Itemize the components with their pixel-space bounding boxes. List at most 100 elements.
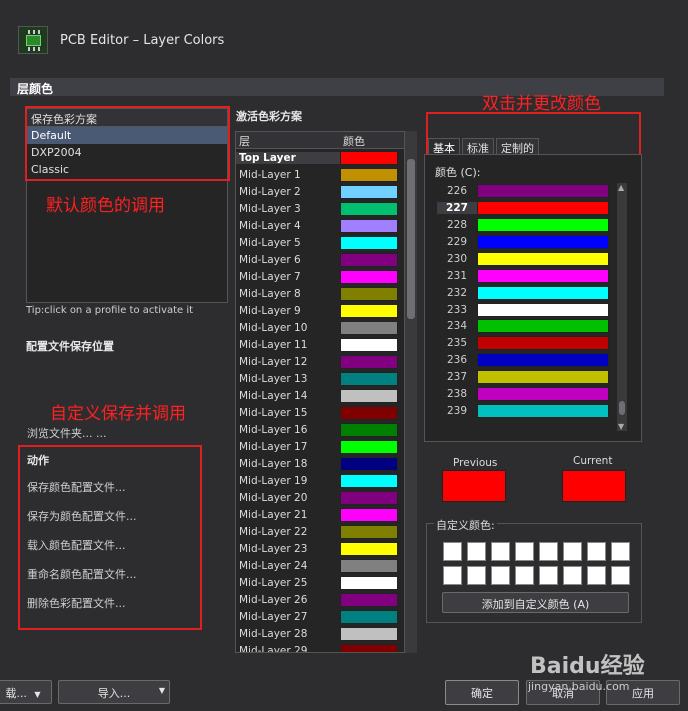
layer-table-scroll-thumb[interactable]: [407, 159, 415, 319]
palette-scroll-thumb[interactable]: [619, 401, 625, 415]
scroll-up-arrow-icon[interactable]: ▲: [618, 183, 624, 192]
layer-row[interactable]: Mid-Layer 14: [236, 387, 404, 404]
palette-color-swatch[interactable]: [477, 285, 609, 300]
layer-color-swatch[interactable]: [340, 626, 398, 641]
palette-color-swatch[interactable]: [477, 268, 609, 283]
layer-row[interactable]: Mid-Layer 24: [236, 557, 404, 574]
layer-row[interactable]: Mid-Layer 17: [236, 438, 404, 455]
layer-color-swatch[interactable]: [340, 388, 398, 403]
import-button[interactable]: 导入... ▼: [58, 680, 170, 704]
layer-color-swatch[interactable]: [340, 303, 398, 318]
palette-row[interactable]: 233: [437, 301, 613, 318]
palette-row[interactable]: 231: [437, 268, 613, 285]
layer-color-swatch[interactable]: [340, 184, 398, 199]
save-color-profile-link[interactable]: 保存颜色配置文件...: [27, 479, 126, 495]
layer-color-swatch[interactable]: [340, 337, 398, 352]
palette-row[interactable]: 238: [437, 386, 613, 403]
layer-row[interactable]: Mid-Layer 1: [236, 166, 404, 183]
palette-row[interactable]: 236: [437, 352, 613, 369]
palette-row[interactable]: 239: [437, 403, 613, 420]
custom-color-cell[interactable]: [611, 566, 630, 585]
layer-row[interactable]: Mid-Layer 16: [236, 421, 404, 438]
palette-row[interactable]: 227: [437, 200, 613, 217]
palette-color-swatch[interactable]: [477, 201, 609, 216]
layer-row[interactable]: Mid-Layer 9: [236, 302, 404, 319]
layer-row[interactable]: Mid-Layer 18: [236, 455, 404, 472]
layer-color-swatch[interactable]: [340, 507, 398, 522]
palette-color-swatch[interactable]: [477, 403, 609, 418]
layer-color-swatch[interactable]: [340, 150, 398, 165]
layer-row[interactable]: Mid-Layer 23: [236, 540, 404, 557]
layer-row[interactable]: Mid-Layer 2: [236, 183, 404, 200]
custom-color-cell[interactable]: [515, 542, 534, 561]
layer-row[interactable]: Mid-Layer 15: [236, 404, 404, 421]
layer-color-swatch[interactable]: [340, 422, 398, 437]
layer-row[interactable]: Mid-Layer 10: [236, 319, 404, 336]
layer-row[interactable]: Mid-Layer 19: [236, 472, 404, 489]
custom-color-cell[interactable]: [443, 566, 462, 585]
palette-row[interactable]: 237: [437, 369, 613, 386]
palette-color-swatch[interactable]: [477, 387, 609, 402]
layer-color-swatch[interactable]: [340, 592, 398, 607]
layer-row[interactable]: Mid-Layer 3: [236, 200, 404, 217]
layer-color-swatch[interactable]: [340, 575, 398, 590]
layer-color-swatch[interactable]: [340, 286, 398, 301]
palette-row[interactable]: 235: [437, 335, 613, 352]
layer-color-swatch[interactable]: [340, 609, 398, 624]
rename-color-profile-link[interactable]: 重命名颜色配置文件...: [27, 566, 137, 582]
custom-color-cell[interactable]: [539, 542, 558, 561]
add-to-custom-colors-button[interactable]: 添加到自定义颜色 (A): [442, 592, 629, 613]
custom-color-cell[interactable]: [491, 542, 510, 561]
layer-row[interactable]: Mid-Layer 25: [236, 574, 404, 591]
custom-color-cell[interactable]: [491, 566, 510, 585]
layer-color-swatch[interactable]: [340, 371, 398, 386]
palette-row[interactable]: 228: [437, 217, 613, 234]
layer-table-scrollbar[interactable]: [405, 131, 417, 653]
layer-color-swatch[interactable]: [340, 490, 398, 505]
palette-color-swatch[interactable]: [477, 302, 609, 317]
custom-color-cell[interactable]: [563, 566, 582, 585]
load-color-profile-link[interactable]: 载入颜色配置文件...: [27, 537, 126, 553]
palette-row[interactable]: 226: [437, 183, 613, 200]
custom-color-cell[interactable]: [587, 542, 606, 561]
layer-color-swatch[interactable]: [340, 252, 398, 267]
custom-color-cell[interactable]: [467, 566, 486, 585]
layer-row[interactable]: Mid-Layer 11: [236, 336, 404, 353]
tab-custom[interactable]: 定制的: [496, 138, 539, 155]
layer-row[interactable]: Mid-Layer 5: [236, 234, 404, 251]
layer-color-swatch[interactable]: [340, 218, 398, 233]
palette-color-swatch[interactable]: [477, 370, 609, 385]
palette-row[interactable]: 229: [437, 234, 613, 251]
layer-color-swatch[interactable]: [340, 405, 398, 420]
layer-color-swatch[interactable]: [340, 558, 398, 573]
layer-color-swatch[interactable]: [340, 439, 398, 454]
palette-color-swatch[interactable]: [477, 336, 609, 351]
layer-color-swatch[interactable]: [340, 235, 398, 250]
custom-color-cell[interactable]: [563, 542, 582, 561]
layer-row[interactable]: Mid-Layer 28: [236, 625, 404, 642]
layer-row[interactable]: Mid-Layer 27: [236, 608, 404, 625]
custom-color-cell[interactable]: [467, 542, 486, 561]
palette-color-swatch[interactable]: [477, 234, 609, 249]
layer-row[interactable]: Mid-Layer 12: [236, 353, 404, 370]
layer-row[interactable]: Mid-Layer 13: [236, 370, 404, 387]
layer-color-swatch[interactable]: [340, 320, 398, 335]
layer-color-swatch[interactable]: [340, 473, 398, 488]
palette-color-swatch[interactable]: [477, 319, 609, 334]
custom-color-cell[interactable]: [443, 542, 462, 561]
scroll-down-arrow-icon[interactable]: ▼: [618, 422, 624, 431]
layer-row[interactable]: Mid-Layer 20: [236, 489, 404, 506]
save-as-color-profile-link[interactable]: 保存为颜色配置文件...: [27, 508, 137, 524]
delete-color-profile-link[interactable]: 删除色彩配置文件...: [27, 595, 126, 611]
layer-color-swatch[interactable]: [340, 269, 398, 284]
browse-folder-link[interactable]: 浏览文件夹... ...: [27, 425, 106, 441]
palette-color-swatch[interactable]: [477, 251, 609, 266]
tab-standard[interactable]: 标准: [462, 138, 494, 155]
layer-color-swatch[interactable]: [340, 541, 398, 556]
layer-color-swatch[interactable]: [340, 524, 398, 539]
palette-row[interactable]: 234: [437, 318, 613, 335]
tab-basic[interactable]: 基本: [428, 138, 460, 155]
ok-button[interactable]: 确定: [445, 680, 519, 705]
custom-color-cell[interactable]: [611, 542, 630, 561]
palette-color-swatch[interactable]: [477, 184, 609, 199]
